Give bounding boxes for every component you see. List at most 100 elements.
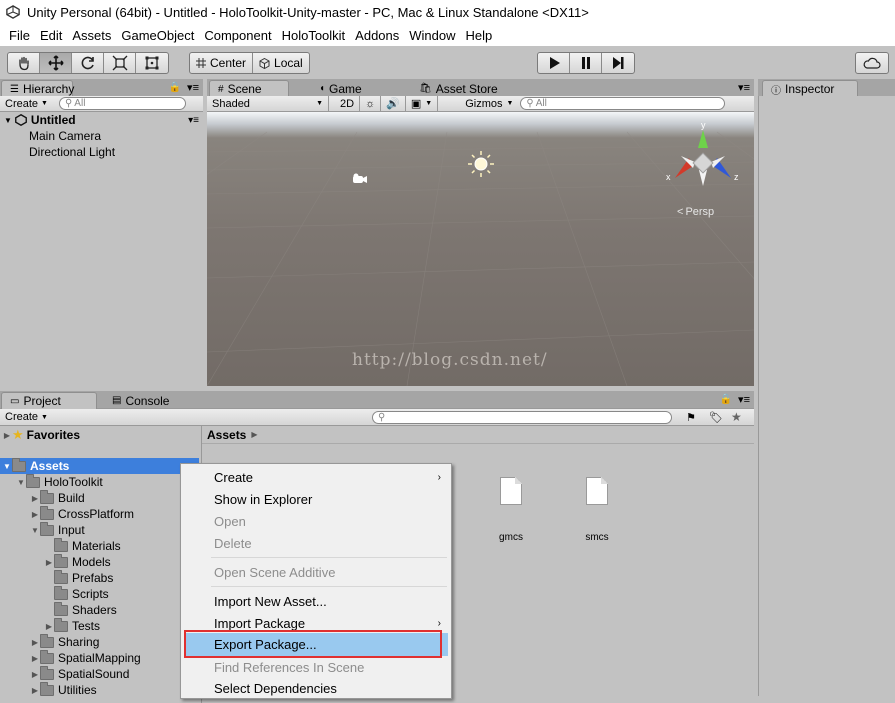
step-button[interactable] — [602, 53, 634, 73]
inspector-panel — [758, 96, 895, 696]
hand-tool-button[interactable] — [8, 53, 40, 73]
lock-icon[interactable]: 🔒 — [720, 394, 732, 405]
tree-label: HoloToolkit — [44, 475, 103, 489]
tree-row[interactable]: ▶ Utilities — [0, 681, 199, 698]
menu-item-create[interactable]: Create › — [181, 466, 451, 488]
tab-scene-label: Scene — [227, 82, 262, 96]
project-create-dropdown[interactable]: Create ▼ — [0, 409, 53, 425]
hierarchy-item-directional-light: Directional Light — [29, 145, 116, 159]
panel-menu-icon[interactable]: ▾≡ — [187, 81, 199, 94]
scene-audio-toggle[interactable]: 🔊 — [381, 95, 406, 112]
menu-item-show-in-explorer[interactable]: Show in Explorer — [181, 488, 451, 510]
tree-row-assets[interactable]: ▼ Assets — [0, 457, 199, 474]
tree-row[interactable]: ▼ HoloToolkit — [0, 473, 199, 490]
tree-row[interactable]: ▶ SpatialMapping — [0, 649, 199, 666]
menu-help[interactable]: Help — [461, 28, 498, 43]
menu-item-select-dependencies[interactable]: Select Dependencies — [181, 677, 451, 699]
cloud-button[interactable] — [856, 53, 888, 73]
tab-hierarchy[interactable]: ☰ Hierarchy — [1, 80, 74, 97]
tree-row[interactable]: Shaders — [0, 601, 199, 618]
tree-label: CrossPlatform — [58, 507, 135, 521]
rotate-tool-button[interactable] — [72, 53, 104, 73]
tab-scene[interactable]: # Scene — [209, 80, 289, 97]
tree-row[interactable]: Prefabs — [0, 569, 199, 586]
scene-viewport[interactable]: y x z < Persp http://blog.csdn.net/ — [207, 112, 754, 386]
scene-toolbar: Shaded ▼ 2D ☼ 🔊 ▣ ▼ Gizmos ▼ ⚲ All — [207, 95, 754, 112]
rotate-icon — [81, 56, 94, 70]
hierarchy-search-input[interactable]: ⚲ All — [58, 97, 186, 110]
menu-item-import-new-asset[interactable]: Import New Asset... — [181, 590, 451, 612]
menu-component[interactable]: Component — [199, 28, 276, 43]
hierarchy-create-dropdown[interactable]: Create ▼ — [0, 96, 53, 112]
search-icon: ⚲ — [378, 411, 386, 423]
pacman-icon: ◖ — [319, 83, 326, 94]
project-tabbar: ▭ Project ▤ Console 🔒 ▾≡ — [0, 391, 754, 409]
project-search-input[interactable]: ⚲ — [372, 410, 672, 424]
tree-row[interactable]: ▶ CrossPlatform — [0, 505, 199, 522]
scene-effects-dropdown[interactable]: ▣ ▼ — [406, 95, 439, 112]
pivot-center-button[interactable]: Center — [190, 53, 254, 73]
tab-console[interactable]: ▤ Console — [104, 392, 184, 409]
pivot-local-button[interactable]: Local — [253, 53, 309, 73]
move-tool-button[interactable] — [40, 53, 72, 73]
tree-row[interactable]: Scripts — [0, 585, 199, 602]
unity-logo-icon — [6, 5, 20, 19]
hierarchy-item[interactable]: Directional Light — [0, 144, 203, 160]
menu-assets[interactable]: Assets — [67, 28, 116, 43]
hierarchy-item[interactable]: Main Camera — [0, 128, 203, 144]
breadcrumb-assets[interactable]: Assets — [207, 428, 246, 442]
orientation-gizmo[interactable] — [665, 120, 741, 200]
projection-toggle[interactable]: < Persp — [677, 206, 714, 218]
filter-label-icon[interactable]: 🏷 — [709, 411, 723, 424]
menu-edit[interactable]: Edit — [35, 28, 67, 43]
scene-menu-icon[interactable]: ▾≡ — [188, 115, 199, 126]
tree-row[interactable]: ▼ Input — [0, 521, 199, 538]
tree-row[interactable]: ▶ SpatialSound — [0, 665, 199, 682]
pause-button[interactable] — [570, 53, 602, 73]
tree-row[interactable]: ▶ Tests — [0, 617, 199, 634]
mode-2d-label: 2D — [340, 97, 355, 110]
file-icon[interactable] — [500, 477, 522, 505]
lock-icon[interactable]: 🔒 — [169, 82, 181, 93]
panel-menu-icon[interactable]: ▾≡ — [738, 393, 750, 406]
favorite-star-icon[interactable]: ★ — [731, 410, 742, 424]
tab-inspector[interactable]: ⓘ Inspector — [762, 80, 858, 97]
asset-file-smcs[interactable]: smcs — [572, 532, 622, 543]
folder-icon — [40, 665, 54, 680]
scene-lighting-toggle[interactable]: ☼ — [360, 95, 382, 112]
hierarchy-create-label: Create — [5, 97, 39, 110]
menu-window[interactable]: Window — [404, 28, 460, 43]
menu-gameobject[interactable]: GameObject — [116, 28, 199, 43]
shading-mode-dropdown[interactable]: Shaded ▼ — [207, 95, 329, 112]
file-icon[interactable] — [586, 477, 608, 505]
gizmos-dropdown[interactable]: Gizmos ▼ — [460, 96, 518, 112]
context-menu: Create › Show in Explorer Open Delete Op… — [180, 463, 452, 699]
expand-arrow-icon: ▶ — [31, 637, 39, 647]
panel-menu-icon[interactable]: ▾≡ — [738, 81, 750, 94]
submenu-arrow-icon: › — [437, 471, 441, 483]
tab-asset-store[interactable]: 🛍 Asset Store — [411, 80, 511, 97]
menu-separator — [211, 586, 447, 587]
tab-project[interactable]: ▭ Project — [1, 392, 97, 409]
favorites-row[interactable]: ▶ ★ Favorites — [0, 427, 199, 443]
tree-row[interactable]: ▶ Build — [0, 489, 199, 506]
tab-game-label: Game — [329, 81, 362, 96]
tree-row[interactable]: ▶ Models — [0, 553, 199, 570]
filter-type-icon[interactable]: ⚑ — [686, 411, 696, 424]
tree-row[interactable]: ▶ Sharing — [0, 633, 199, 650]
mode-2d-toggle[interactable]: 2D — [335, 95, 361, 112]
chevron-down-icon: ▼ — [41, 100, 48, 107]
console-icon: ▤ — [112, 395, 122, 406]
menu-item-open: Open — [181, 510, 451, 532]
asset-file-gmcs[interactable]: gmcs — [486, 532, 536, 543]
scene-root-row[interactable]: ▼ Untitled ▾≡ — [0, 112, 203, 128]
rect-tool-button[interactable] — [136, 53, 168, 73]
menu-holotoolkit[interactable]: HoloToolkit — [277, 28, 351, 43]
menu-addons[interactable]: Addons — [350, 28, 404, 43]
menu-file[interactable]: File — [4, 28, 35, 43]
tree-row[interactable]: Materials — [0, 537, 199, 554]
scene-search-input[interactable]: ⚲ All — [520, 97, 726, 110]
scale-tool-button[interactable] — [104, 53, 136, 73]
play-button[interactable] — [538, 53, 570, 73]
tab-game[interactable]: ◖ Game — [311, 80, 391, 97]
